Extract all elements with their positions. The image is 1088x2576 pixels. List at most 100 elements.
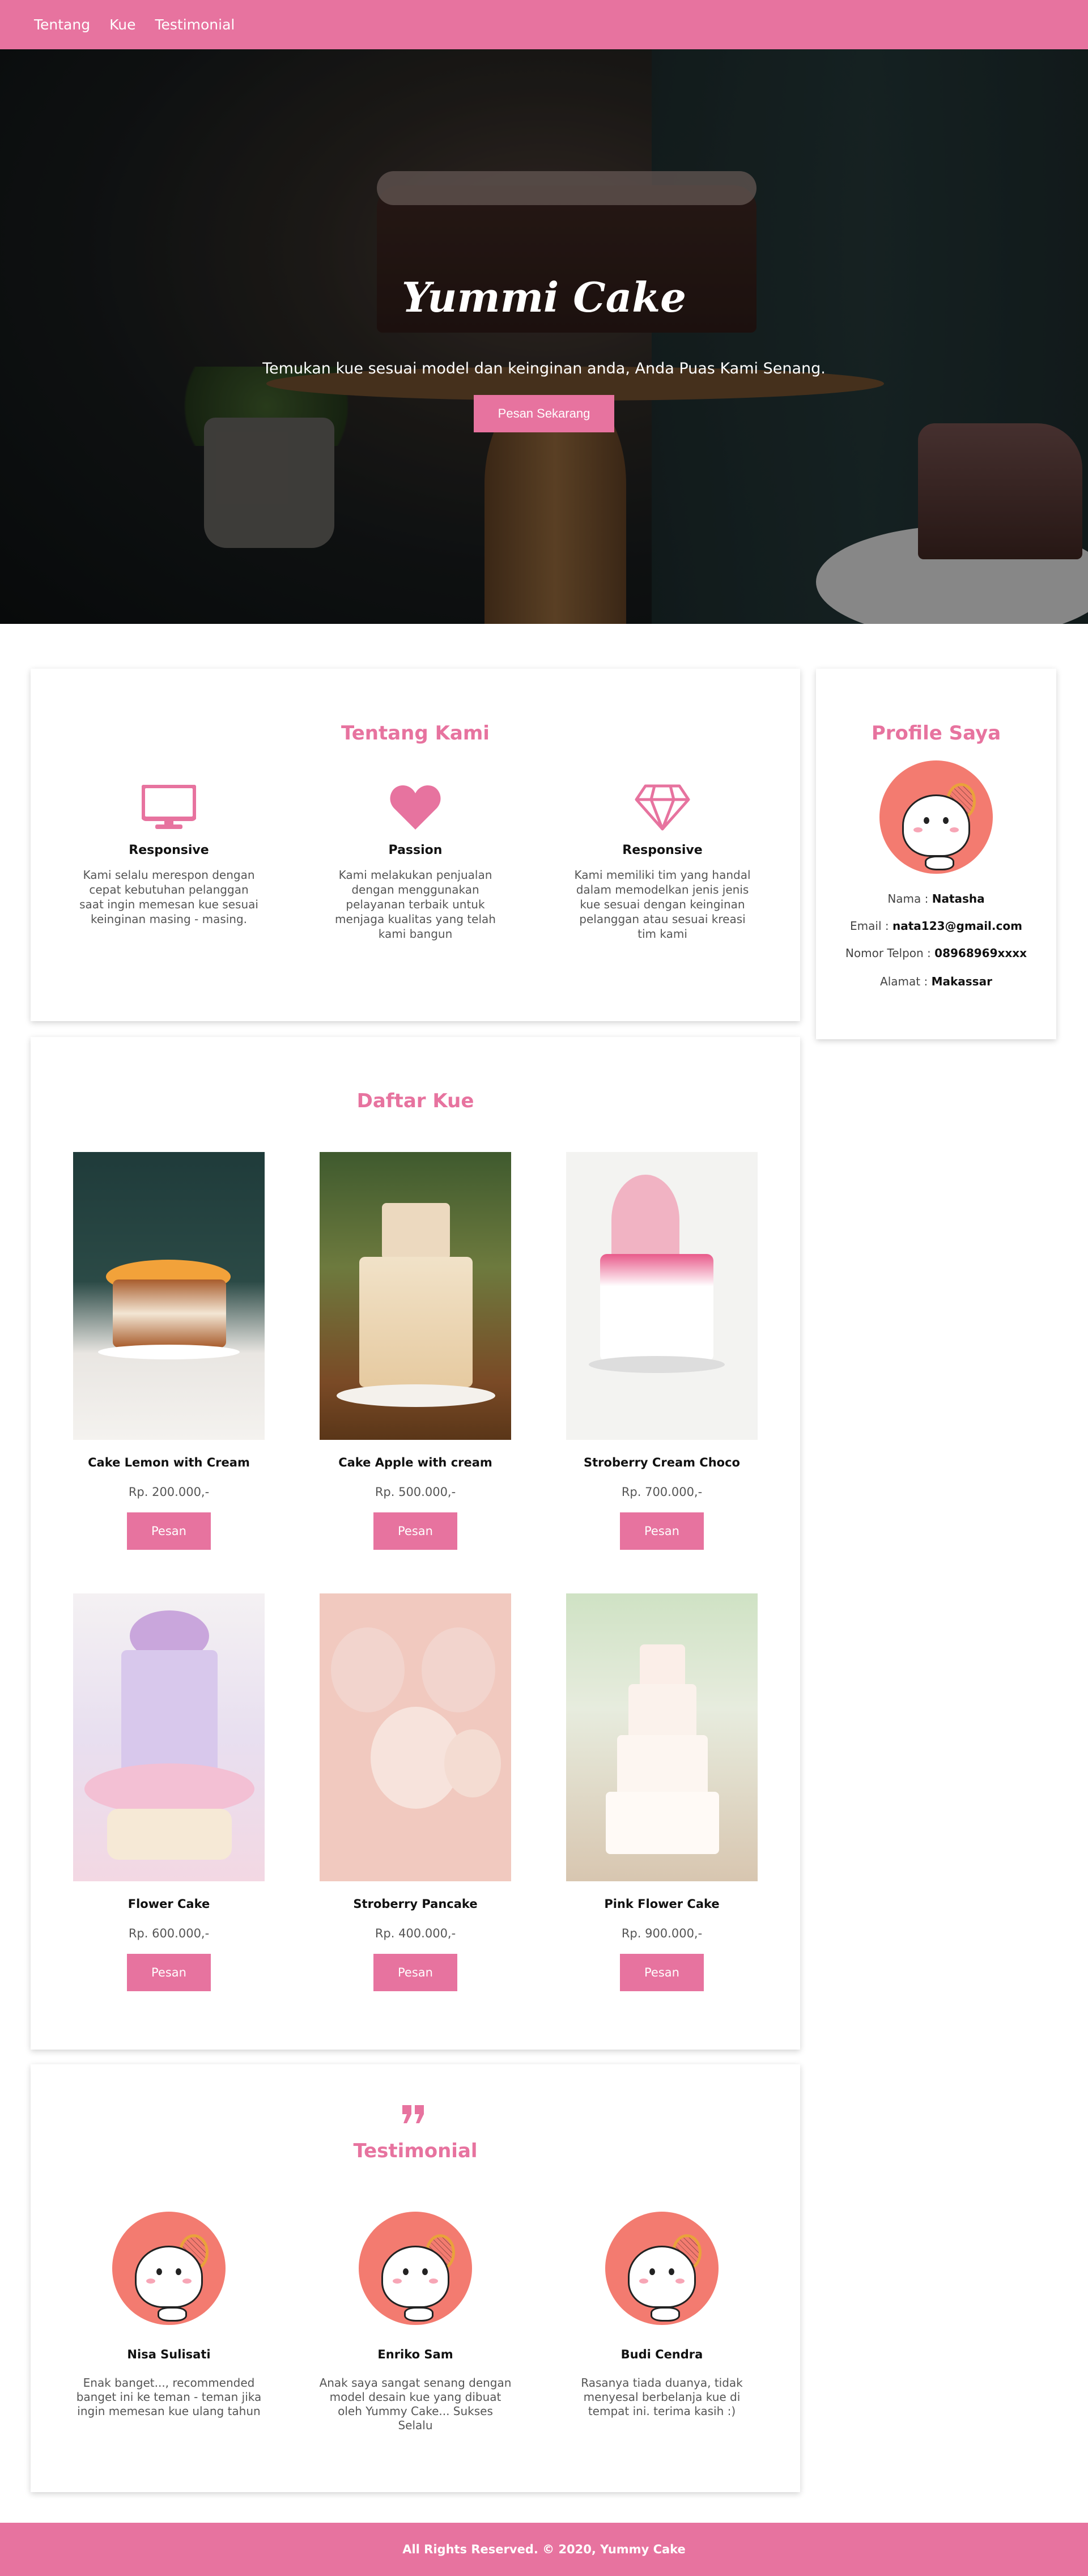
feature-title: Responsive <box>622 843 703 857</box>
feature-title: Responsive <box>129 843 209 857</box>
hero-title: Yummi Cake <box>402 273 686 321</box>
product-card: Flower Cake Rp. 600.000,- Pesan <box>73 1593 265 1991</box>
product-name: Flower Cake <box>128 1897 210 1911</box>
character-feet <box>158 2307 187 2322</box>
product-card: Pink Flower Cake Rp. 900.000,- Pesan <box>566 1593 758 1991</box>
feature-text: Kami melakukan penjualan dengan mengguna… <box>335 868 496 941</box>
footer: All Rights Reserved. © 2020, Yummy Cake <box>0 2523 1088 2576</box>
feature-responsive: Responsive Kami selalu merespon dengan c… <box>75 782 262 926</box>
product-card: Stroberry Cream Choco Rp. 700.000,- Pesa… <box>566 1152 758 1550</box>
product-card: Cake Apple with cream Rp. 500.000,- Pesa… <box>320 1152 511 1550</box>
character-blush <box>429 2279 438 2284</box>
nav-link-tentang[interactable]: Tentang <box>34 16 90 33</box>
products-title: Daftar Kue <box>356 1090 474 1112</box>
testimonial-text: Rasanya tiada duanya, tidak menyesal ber… <box>581 2376 743 2418</box>
product-price: Rp. 500.000,- <box>375 1485 456 1499</box>
profile-avatar <box>879 760 993 874</box>
product-name: Pink Flower Cake <box>604 1897 720 1911</box>
product-price: Rp. 400.000,- <box>375 1927 456 1940</box>
products-section: Daftar Kue Cake Lemon with Cream Rp. 200… <box>31 1037 800 2050</box>
profile-email: Email : nata123@gmail.com <box>850 919 1022 933</box>
order-now-button[interactable]: Pesan Sekarang <box>474 395 614 432</box>
character-blush <box>182 2279 192 2284</box>
quote-icon <box>401 2104 430 2127</box>
product-name: Stroberry Pancake <box>353 1897 478 1911</box>
testimonial-text: Anak saya sangat senang dengan model des… <box>319 2376 512 2432</box>
product-name: Cake Lemon with Cream <box>88 1456 250 1469</box>
testimonial-name: Enriko Sam <box>377 2348 453 2361</box>
profile-name: Nama : Natasha <box>887 892 985 906</box>
profile-title: Profile Saya <box>871 722 1001 745</box>
character-eye <box>669 2268 674 2275</box>
hero-subtitle: Temukan kue sesuai model dan keinginan a… <box>262 360 826 377</box>
diamond-icon <box>634 782 691 833</box>
product-image <box>566 1152 758 1440</box>
feature-text: Kami memiliki tim yang handal dalam memo… <box>574 868 751 941</box>
hero-banner: Yummi Cake Temukan kue sesuai model dan … <box>0 49 1088 624</box>
profile-card: Profile Saya Nama : Natasha Email : nata… <box>816 669 1056 1039</box>
character-body <box>135 2246 203 2308</box>
character-blush <box>913 827 923 832</box>
order-button[interactable]: Pesan <box>620 1954 704 1991</box>
character-eye <box>924 817 929 824</box>
nav-link-testimonial[interactable]: Testimonial <box>155 16 235 33</box>
character-body <box>381 2246 449 2308</box>
hero-overlay <box>0 49 1088 624</box>
product-image <box>320 1593 511 1881</box>
testimonial-avatar <box>359 2212 472 2325</box>
product-price: Rp. 700.000,- <box>621 1485 703 1499</box>
navbar: Tentang Kue Testimonial <box>0 0 1088 49</box>
product-price: Rp. 900.000,- <box>621 1927 703 1940</box>
order-button[interactable]: Pesan <box>373 1512 457 1550</box>
character-eye <box>176 2268 181 2275</box>
product-image <box>320 1152 511 1440</box>
character-eye <box>649 2268 655 2275</box>
about-section: Tentang Kami Responsive Kami selalu mere… <box>31 669 800 1021</box>
profile-phone: Nomor Telpon : 08968969xxxx <box>845 946 1027 960</box>
feature-passion: Passion Kami melakukan penjualan dengan … <box>322 782 509 941</box>
character-blush <box>675 2279 685 2284</box>
monitor-icon <box>141 782 197 833</box>
testimonial-text: Enak banget..., recommended banget ini k… <box>76 2376 262 2418</box>
product-name: Stroberry Cream Choco <box>584 1456 740 1469</box>
character-feet <box>651 2307 680 2322</box>
order-button[interactable]: Pesan <box>620 1512 704 1550</box>
testimonial-avatar <box>112 2212 226 2325</box>
order-button[interactable]: Pesan <box>127 1512 211 1550</box>
order-button[interactable]: Pesan <box>127 1954 211 1991</box>
character-blush <box>146 2279 155 2284</box>
product-price: Rp. 200.000,- <box>128 1485 210 1499</box>
character-feet <box>404 2307 434 2322</box>
testimonial-section: Testimonial Nisa Sulisati Enak banget...… <box>31 2064 800 2492</box>
nav-link-kue[interactable]: Kue <box>109 16 135 33</box>
character-blush <box>950 827 959 832</box>
testimonial-title: Testimonial <box>353 2140 478 2162</box>
product-name: Cake Apple with cream <box>338 1456 492 1469</box>
character-eye <box>422 2268 428 2275</box>
character-eye <box>403 2268 409 2275</box>
character-eye <box>156 2268 162 2275</box>
character-body <box>902 794 970 857</box>
testimonial-name: Nisa Sulisati <box>127 2348 211 2361</box>
product-card: Cake Lemon with Cream Rp. 200.000,- Pesa… <box>73 1152 265 1550</box>
testimonial-card: Enriko Sam Anak saya sangat senang denga… <box>319 2212 512 2433</box>
about-title: Tentang Kami <box>341 722 490 745</box>
testimonial-avatar <box>605 2212 719 2325</box>
feature-quality: Responsive Kami memiliki tim yang handal… <box>569 782 756 941</box>
profile-address: Alamat : Makassar <box>880 975 992 988</box>
product-price: Rp. 600.000,- <box>128 1927 210 1940</box>
heart-icon <box>387 782 444 833</box>
product-image <box>566 1593 758 1881</box>
product-card: Stroberry Pancake Rp. 400.000,- Pesan <box>320 1593 511 1991</box>
character-eye <box>943 817 949 824</box>
character-feet <box>925 856 954 870</box>
character-blush <box>639 2279 648 2284</box>
feature-text: Kami selalu merespon dengan cepat kebutu… <box>79 868 258 926</box>
order-button[interactable]: Pesan <box>373 1954 457 1991</box>
feature-title: Passion <box>388 843 443 857</box>
product-image <box>73 1593 265 1881</box>
character-blush <box>393 2279 402 2284</box>
testimonial-card: Budi Cendra Rasanya tiada duanya, tidak … <box>566 2212 758 2418</box>
product-image <box>73 1152 265 1440</box>
testimonial-name: Budi Cendra <box>620 2348 703 2361</box>
